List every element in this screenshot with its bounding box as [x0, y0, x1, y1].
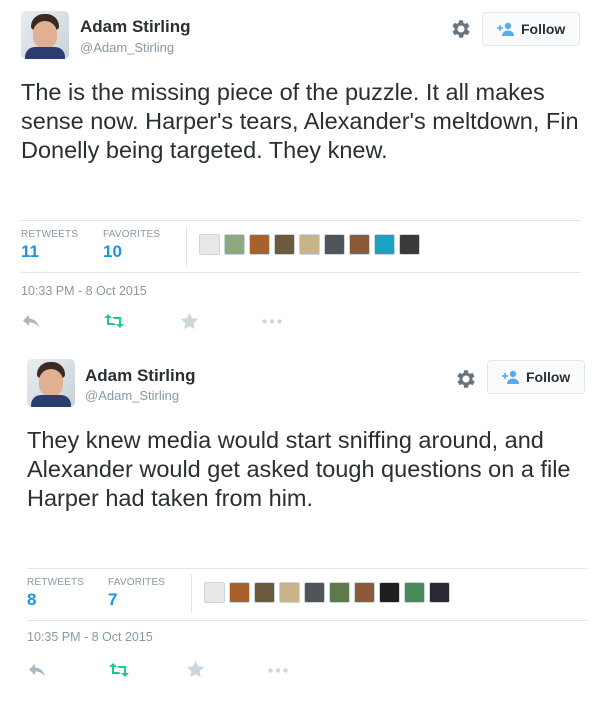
photo-avatar[interactable] [374, 234, 395, 255]
divider [27, 568, 587, 569]
timestamp[interactable]: 10:35 PM - 8 Oct 2015 [27, 630, 153, 644]
sketch-avatar[interactable] [199, 234, 220, 255]
favoriter-avatars [204, 582, 450, 603]
favorites-count[interactable]: 7 [108, 590, 117, 610]
follow-button[interactable]: Follow [482, 12, 580, 46]
statue-avatar[interactable] [254, 582, 275, 603]
retweets-label: RETWEETS [27, 577, 85, 588]
statue-avatar[interactable] [279, 582, 300, 603]
tweet: Adam Stirling @Adam_Stirling Follow The … [0, 0, 606, 350]
bw-photo-avatar[interactable] [399, 234, 420, 255]
author-avatar[interactable] [21, 11, 69, 59]
person-avatar[interactable] [404, 582, 425, 603]
stats-separator [186, 226, 187, 266]
dog-avatar[interactable] [229, 582, 250, 603]
stats-separator [191, 574, 192, 614]
person-avatar[interactable] [354, 582, 375, 603]
person-avatar[interactable] [429, 582, 450, 603]
statue-avatar[interactable] [274, 234, 295, 255]
retweet-icon[interactable] [109, 663, 129, 677]
retweets-label: RETWEETS [21, 229, 79, 240]
favorites-label: FAVORITES [103, 229, 161, 240]
favoriter-avatars [199, 234, 420, 255]
favorites-count[interactable]: 10 [103, 242, 122, 262]
add-user-icon [502, 370, 519, 384]
tweet-text: The is the missing piece of the puzzle. … [21, 79, 579, 163]
reply-icon[interactable] [22, 313, 40, 329]
favorite-star-icon[interactable] [181, 313, 198, 329]
favorites-label: FAVORITES [108, 577, 166, 588]
photo-avatar[interactable] [304, 582, 325, 603]
divider [21, 220, 581, 221]
divider [27, 620, 587, 621]
add-user-icon [497, 22, 514, 36]
reply-icon[interactable] [28, 662, 46, 678]
author-handle[interactable]: @Adam_Stirling [80, 40, 174, 55]
i-will-vote-badge-avatar[interactable] [299, 234, 320, 255]
retweet-icon[interactable] [104, 314, 124, 328]
more-options-icon[interactable] [268, 668, 288, 673]
author-avatar[interactable] [27, 359, 75, 407]
photo-avatar[interactable] [329, 582, 350, 603]
photo-avatar[interactable] [224, 234, 245, 255]
gear-icon[interactable] [448, 17, 472, 41]
author-name[interactable]: Adam Stirling [85, 366, 196, 386]
group-avatar[interactable] [379, 582, 400, 603]
follow-button[interactable]: Follow [487, 360, 585, 394]
retweets-count[interactable]: 11 [21, 242, 39, 262]
photo-avatar[interactable] [324, 234, 345, 255]
author-name[interactable]: Adam Stirling [80, 17, 191, 37]
retweets-count[interactable]: 8 [27, 590, 36, 610]
person-avatar[interactable] [349, 234, 370, 255]
follow-label: Follow [521, 21, 566, 37]
author-handle[interactable]: @Adam_Stirling [85, 388, 179, 403]
timestamp[interactable]: 10:33 PM - 8 Oct 2015 [21, 284, 147, 298]
follow-label: Follow [526, 369, 571, 385]
gear-icon[interactable] [453, 367, 477, 391]
divider [21, 272, 581, 273]
more-options-icon[interactable] [262, 319, 282, 324]
dog-avatar[interactable] [249, 234, 270, 255]
sketch-avatar[interactable] [204, 582, 225, 603]
favorite-star-icon[interactable] [187, 661, 204, 677]
tweet-text: They knew media would start sniffing aro… [27, 427, 571, 511]
tweet: Adam Stirling @Adam_Stirling Follow They… [0, 350, 606, 708]
